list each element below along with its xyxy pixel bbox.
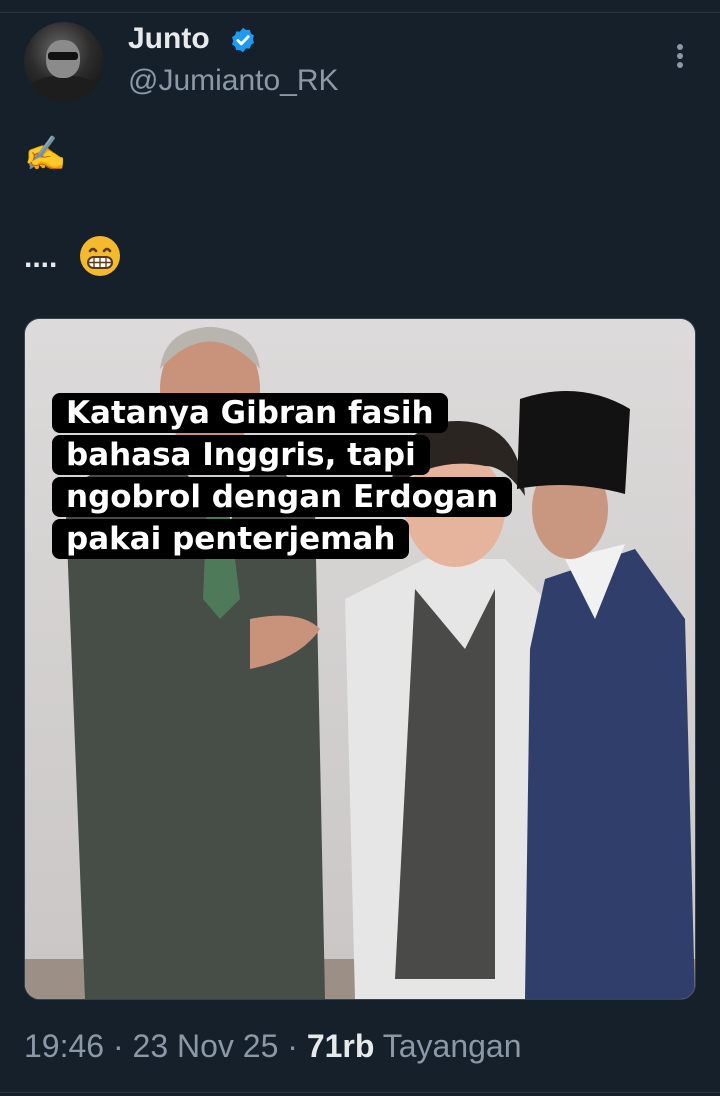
grinning-face-emoji	[80, 236, 120, 276]
tweet-text-dots: ....	[24, 241, 58, 274]
more-dot	[677, 44, 683, 50]
meta-separator: ·	[112, 1028, 124, 1064]
writing-hand-emoji: ✍️	[24, 135, 67, 173]
caption-line: Katanya Gibran fasih	[52, 393, 448, 433]
caption-line: bahasa Inggris, tapi	[52, 435, 430, 475]
author-handle[interactable]: @Jumianto_RK	[128, 64, 339, 98]
tweet-date[interactable]: 23 Nov 25	[133, 1028, 279, 1064]
more-options-icon[interactable]	[668, 40, 692, 72]
verified-badge-icon	[232, 27, 254, 53]
views-label: Tayangan	[382, 1028, 522, 1064]
views-count[interactable]: 71rb	[307, 1028, 375, 1064]
caption-line: pakai penterjemah	[52, 519, 410, 559]
avatar-figure	[28, 76, 100, 102]
avatar-sunglasses	[48, 52, 78, 60]
meta-separator: ·	[287, 1028, 298, 1064]
image-caption-overlay: Katanya Gibran fasih bahasa Inggris, tap…	[52, 392, 513, 560]
author-name[interactable]: Junto	[128, 22, 210, 56]
more-dot	[677, 53, 683, 59]
tweet-time[interactable]: 19:46	[24, 1028, 104, 1064]
bottom-divider	[0, 1092, 720, 1093]
more-dot	[677, 62, 683, 68]
top-divider	[0, 0, 720, 13]
caption-line: ngobrol dengan Erdogan	[52, 477, 513, 517]
author-avatar[interactable]	[24, 22, 104, 102]
tweet-metadata: 19:46 · 23 Nov 25 · 71rb Tayangan	[24, 1028, 522, 1065]
